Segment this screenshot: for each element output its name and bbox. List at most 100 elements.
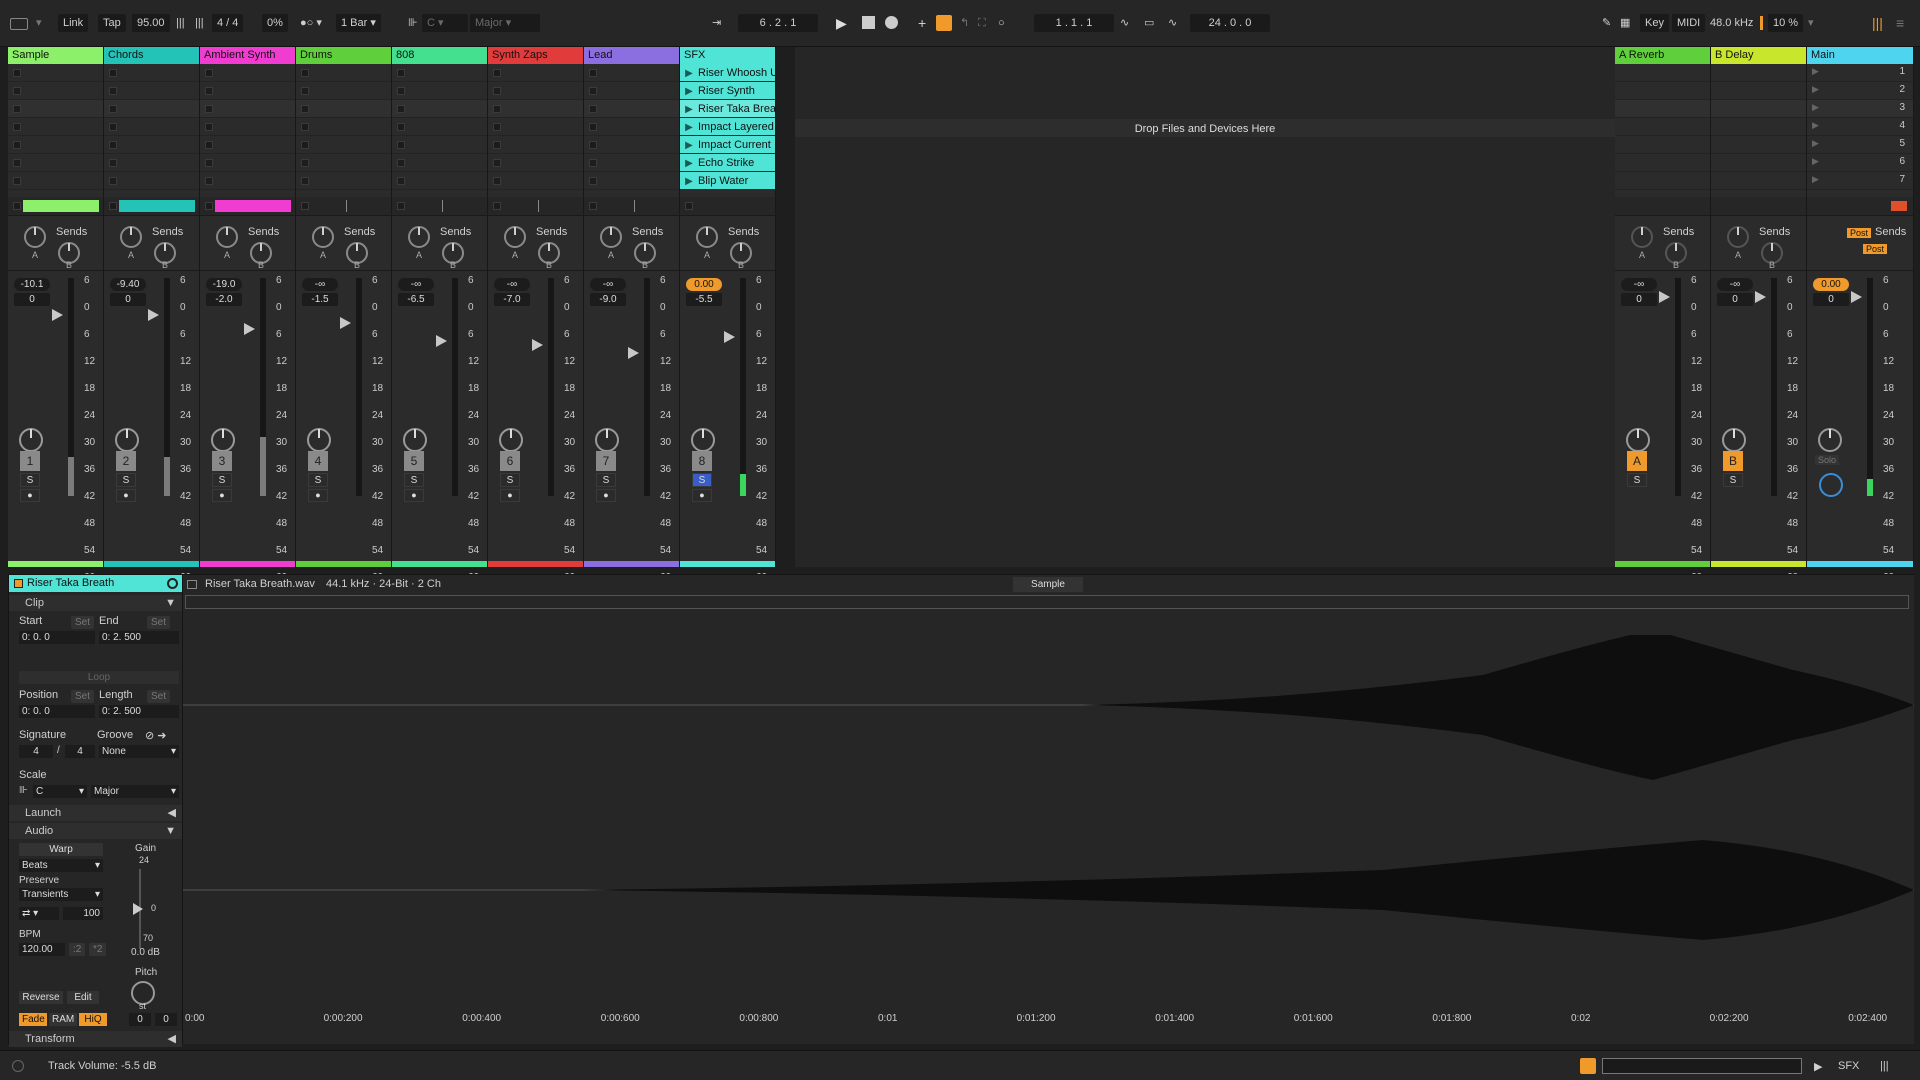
overview-toggle-icon[interactable] bbox=[1580, 1058, 1596, 1074]
clip-slot[interactable] bbox=[296, 172, 391, 190]
draw-mode-icon[interactable]: ✎ bbox=[1602, 14, 1611, 32]
track-header[interactable]: Chords bbox=[104, 47, 199, 64]
slot-stop-icon[interactable] bbox=[493, 69, 501, 77]
slot-stop-icon[interactable] bbox=[397, 69, 405, 77]
return-activator-button[interactable]: A bbox=[1627, 451, 1647, 471]
arm-button[interactable]: ● bbox=[212, 489, 232, 502]
clip-slot[interactable] bbox=[296, 118, 391, 136]
clip-slot[interactable] bbox=[392, 136, 487, 154]
track-activator-button[interactable]: 2 bbox=[116, 451, 136, 471]
send-a-knob[interactable] bbox=[120, 226, 142, 248]
session-record-icon[interactable]: ○ bbox=[998, 14, 1005, 32]
nudge-icon[interactable]: ||| bbox=[195, 14, 204, 32]
scene-launch-icon[interactable]: ▶ bbox=[1812, 138, 1819, 149]
position-field[interactable]: 0: 0. 0 bbox=[19, 705, 95, 718]
scene-slot[interactable]: ▶ 7 bbox=[1807, 172, 1913, 190]
midi-map-button[interactable]: MIDI bbox=[1672, 14, 1706, 32]
solo-button[interactable]: S bbox=[692, 473, 712, 487]
clip-slot[interactable] bbox=[488, 136, 583, 154]
clip-slot[interactable] bbox=[8, 118, 103, 136]
tempo-field[interactable]: 95.00 bbox=[132, 14, 170, 32]
track-activator-button[interactable]: 7 bbox=[596, 451, 616, 471]
stop-icon[interactable] bbox=[862, 16, 875, 29]
warp-mode-select[interactable]: Beats ▾ bbox=[19, 859, 103, 872]
clip-slot[interactable] bbox=[488, 82, 583, 100]
device-view-icon[interactable]: ||| bbox=[1880, 1060, 1889, 1072]
track-header[interactable]: SFX bbox=[680, 47, 775, 64]
clip-slot[interactable] bbox=[104, 100, 199, 118]
pitch-coarse-field[interactable]: 0 bbox=[129, 1013, 151, 1026]
send-a-knob[interactable] bbox=[1727, 226, 1749, 248]
clip-slot[interactable] bbox=[392, 64, 487, 82]
groove-hot-swap-icon[interactable]: ⊘ ➜ bbox=[145, 729, 167, 742]
gain-slider-handle[interactable] bbox=[133, 903, 143, 915]
empty-slot[interactable] bbox=[1615, 136, 1710, 154]
empty-slot[interactable] bbox=[1615, 172, 1710, 190]
clip-play-icon[interactable]: ▶ bbox=[680, 83, 698, 99]
send-a-knob[interactable] bbox=[696, 226, 718, 248]
scene-slot[interactable]: ▶ 5 bbox=[1807, 136, 1913, 154]
clip-slot[interactable]: ▶ Impact Current bbox=[680, 136, 775, 154]
cpu-chevron-icon[interactable]: ▾ bbox=[1808, 14, 1814, 32]
pan-field[interactable]: -1.5 bbox=[302, 293, 338, 306]
clip-play-icon[interactable]: ▶ bbox=[680, 137, 698, 153]
clip-slot[interactable] bbox=[584, 136, 679, 154]
clip-slot[interactable] bbox=[392, 100, 487, 118]
solo-button[interactable]: S bbox=[404, 473, 424, 487]
clip-slot[interactable]: ▶Impact Layered Rev bbox=[680, 118, 775, 136]
signature-numerator[interactable]: 4 bbox=[19, 745, 53, 758]
slot-stop-icon[interactable] bbox=[397, 87, 405, 95]
pan-knob[interactable] bbox=[1626, 428, 1650, 452]
clip-slot[interactable] bbox=[392, 172, 487, 190]
loop-icon[interactable]: ▭ bbox=[1144, 14, 1154, 32]
slot-stop-icon[interactable] bbox=[397, 141, 405, 149]
scene-launch-icon[interactable]: ▶ bbox=[1812, 84, 1819, 95]
cue-volume-knob[interactable] bbox=[1819, 473, 1843, 497]
clip-slot[interactable]: ▶ Blip Water bbox=[680, 172, 775, 190]
scale-icon[interactable]: ⊪ bbox=[19, 785, 28, 796]
clip-slot[interactable] bbox=[584, 118, 679, 136]
slot-stop-icon[interactable] bbox=[109, 159, 117, 167]
pan-knob[interactable] bbox=[307, 428, 331, 452]
key-icon[interactable]: ⊪ bbox=[408, 14, 418, 32]
scene-launch-icon[interactable]: ▶ bbox=[1812, 66, 1819, 77]
launch-expand-icon[interactable]: ◀ bbox=[168, 805, 176, 821]
end-field[interactable]: 0: 2. 500 bbox=[99, 631, 179, 644]
stop-clips-icon[interactable] bbox=[493, 202, 501, 210]
slot-stop-icon[interactable] bbox=[13, 69, 21, 77]
automation-arm-icon[interactable] bbox=[936, 15, 952, 31]
stop-clips-icon[interactable] bbox=[397, 202, 405, 210]
pan-knob[interactable] bbox=[403, 428, 427, 452]
empty-slot[interactable] bbox=[1711, 100, 1806, 118]
arm-button[interactable]: ● bbox=[500, 489, 520, 502]
clip-slot[interactable] bbox=[296, 136, 391, 154]
arm-button[interactable]: ● bbox=[308, 489, 328, 502]
slot-stop-icon[interactable] bbox=[493, 105, 501, 113]
slot-stop-icon[interactable] bbox=[205, 69, 213, 77]
slot-stop-icon[interactable] bbox=[13, 105, 21, 113]
length-field[interactable]: 0: 2. 500 bbox=[99, 705, 179, 718]
clip-slot[interactable] bbox=[8, 100, 103, 118]
slot-stop-icon[interactable] bbox=[493, 159, 501, 167]
volume-field[interactable]: -∞ bbox=[590, 278, 626, 291]
slot-stop-icon[interactable] bbox=[13, 141, 21, 149]
empty-slot[interactable] bbox=[1711, 172, 1806, 190]
pan-field[interactable]: 0 bbox=[1717, 293, 1753, 306]
scene-slot[interactable]: ▶ 6 bbox=[1807, 154, 1913, 172]
scene-launch-icon[interactable]: ▶ bbox=[1812, 156, 1819, 167]
empty-slot[interactable] bbox=[1615, 100, 1710, 118]
empty-slot[interactable] bbox=[1615, 82, 1710, 100]
scene-slot[interactable]: ▶ 4 bbox=[1807, 118, 1913, 136]
clip-play-icon[interactable]: ▶ bbox=[680, 173, 698, 189]
track-activator-button[interactable]: 4 bbox=[308, 451, 328, 471]
stop-clips-icon[interactable] bbox=[205, 202, 213, 210]
solo-button[interactable]: S bbox=[500, 473, 520, 487]
slot-stop-icon[interactable] bbox=[109, 69, 117, 77]
volume-fader[interactable] bbox=[532, 339, 543, 351]
clip-slot[interactable] bbox=[200, 64, 295, 82]
view-toggle-icon[interactable] bbox=[10, 18, 28, 30]
volume-field[interactable]: -∞ bbox=[302, 278, 338, 291]
slot-stop-icon[interactable] bbox=[205, 177, 213, 185]
clip-slot[interactable] bbox=[296, 154, 391, 172]
play-status-icon[interactable]: ▶ bbox=[1814, 1060, 1822, 1073]
